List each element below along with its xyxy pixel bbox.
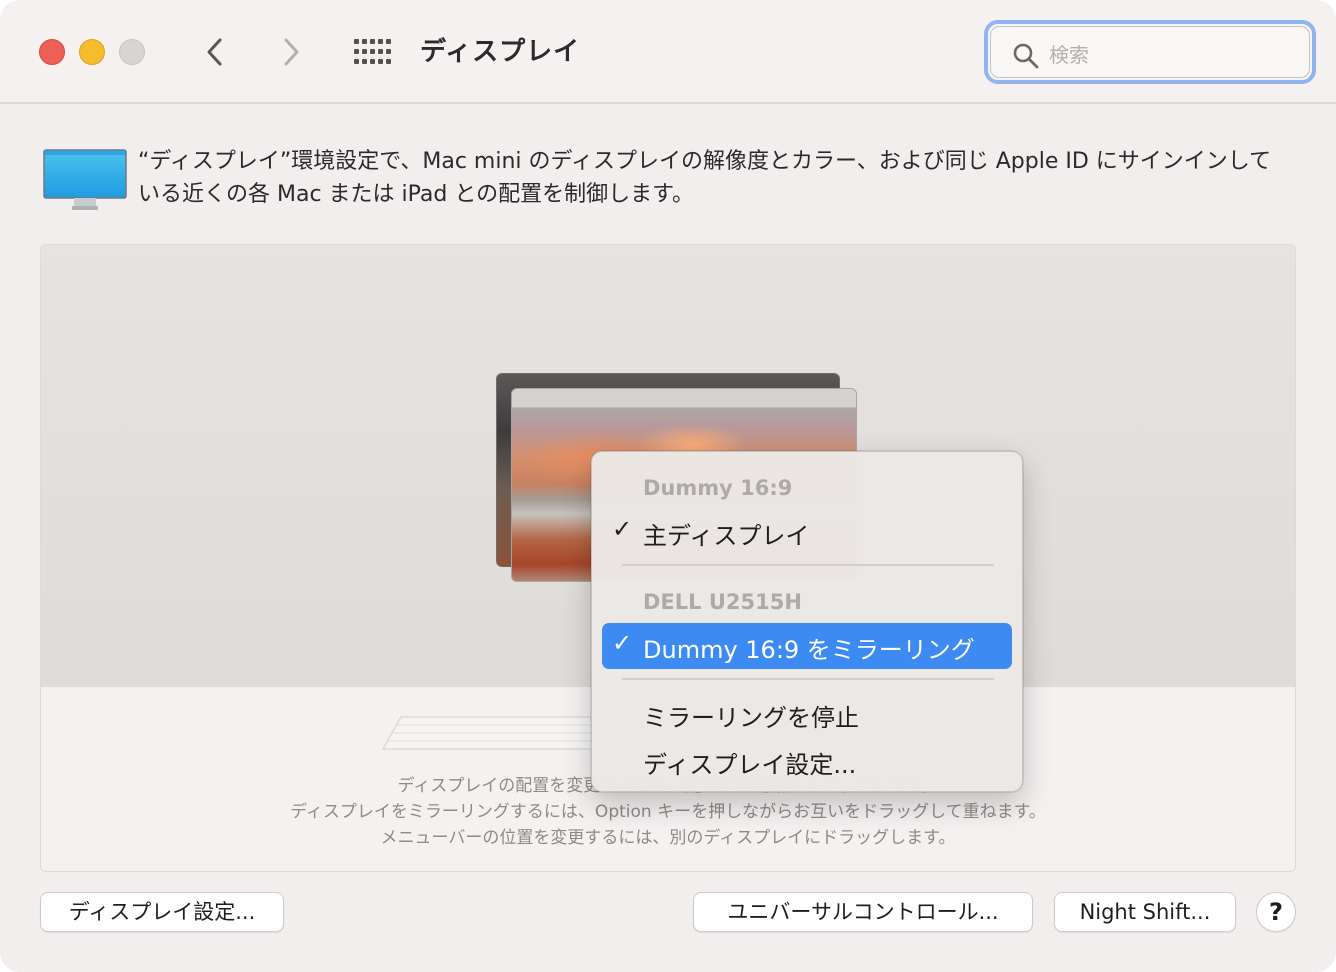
window-title: ディスプレイ: [420, 37, 581, 67]
keyboard-icon: [381, 716, 596, 750]
menu-item-stop-mirroring[interactable]: ミラーリングを停止: [602, 691, 1012, 737]
checkmark-icon: ✓: [612, 629, 633, 657]
night-shift-button[interactable]: Night Shift...: [1054, 892, 1236, 932]
help-button[interactable]: ?: [1256, 892, 1296, 932]
search-field[interactable]: [984, 20, 1316, 84]
chevron-right-icon: [284, 38, 299, 66]
toolbar: ディスプレイ: [0, 0, 1336, 104]
menu-item-label: ディスプレイ設定...: [643, 751, 857, 779]
magnifier-icon: [1013, 43, 1039, 69]
menu-item-display-settings[interactable]: ディスプレイ設定...: [602, 738, 1012, 784]
hint-line: メニューバーの位置を変更するには、別のディスプレイにドラッグします。: [380, 828, 956, 848]
menu-section-header: Dummy 16:9: [643, 476, 793, 500]
universal-control-button[interactable]: ユニバーサルコントロール...: [693, 892, 1033, 932]
menu-item-primary-display[interactable]: ✓ 主ディスプレイ: [602, 509, 1012, 555]
menu-separator: [622, 678, 994, 680]
display-settings-button[interactable]: ディスプレイ設定...: [40, 892, 284, 932]
show-all-button[interactable]: [352, 36, 392, 68]
search-input[interactable]: [1049, 39, 1289, 71]
menu-item-mirror[interactable]: ✓ Dummy 16:9 をミラーリング: [602, 623, 1012, 669]
chevron-left-icon: [207, 38, 222, 66]
display-icon: [43, 149, 127, 210]
menu-item-label: Dummy 16:9 をミラーリング: [643, 636, 975, 664]
search-field-inner: [990, 26, 1310, 78]
display-context-menu: Dummy 16:9 ✓ 主ディスプレイ DELL U2515H ✓ Dummy…: [591, 451, 1023, 792]
hint-line: ディスプレイをミラーリングするには、Option キーを押しながらお互いをドラッ…: [290, 802, 1046, 822]
menu-item-label: ミラーリングを停止: [643, 704, 859, 732]
close-button[interactable]: [39, 39, 65, 65]
checkmark-icon: ✓: [612, 515, 633, 543]
description-text: “ディスプレイ”環境設定で、Mac mini のディスプレイの解像度とカラー、お…: [138, 149, 1272, 207]
menu-item-label: 主ディスプレイ: [643, 522, 810, 550]
forward-button[interactable]: [274, 34, 306, 70]
back-button[interactable]: [200, 34, 232, 70]
zoom-button[interactable]: [119, 39, 145, 65]
menu-section-header: DELL U2515H: [643, 590, 802, 614]
preferences-window: ディスプレイ “ディスプレイ”環境設定で、Mac mini のディスプレイの解像…: [0, 0, 1336, 972]
menubar-indicator[interactable]: [512, 389, 856, 407]
grid-icon: [354, 39, 391, 64]
minimize-button[interactable]: [79, 39, 105, 65]
menu-separator: [622, 564, 994, 566]
